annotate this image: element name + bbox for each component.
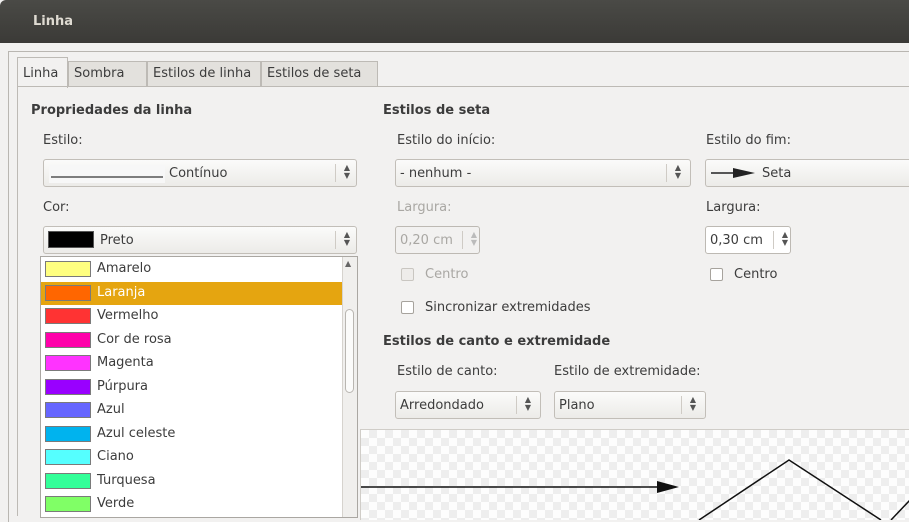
- color-dropdown-list[interactable]: Amarelo Laranja Vermelho Cor de rosa Magenta…: [40, 256, 358, 518]
- color-option[interactable]: Vermelho: [41, 305, 343, 328]
- arrow-styles-header: Estilos de seta: [383, 103, 491, 118]
- tab-linha[interactable]: Linha: [17, 57, 68, 88]
- preview-drawing: [361, 459, 909, 520]
- color-option[interactable]: Turquesa: [41, 470, 343, 493]
- color-option[interactable]: Magenta: [41, 352, 343, 375]
- color-swatch: [45, 331, 91, 348]
- color-option[interactable]: Azul celeste: [41, 423, 343, 446]
- corner-style-select[interactable]: Arredondado ▲ ▼: [395, 391, 541, 419]
- scrollbar-thumb[interactable]: [345, 309, 354, 393]
- line-color-select[interactable]: Preto ▲ ▼: [43, 226, 357, 254]
- start-style-label: Estilo do início:: [397, 133, 496, 148]
- end-width-value: 0,30 cm: [710, 233, 763, 248]
- tab-sombra[interactable]: Sombra: [68, 61, 147, 86]
- start-style-value: - nenhum -: [400, 166, 472, 181]
- dropdown-scrollbar[interactable]: ▲: [342, 257, 357, 517]
- combo-spinner-icon: ▲ ▼: [681, 396, 699, 414]
- title-bar: Linha: [0, 0, 909, 43]
- combo-spinner-icon: ▲ ▼: [666, 164, 684, 182]
- color-option-label: Amarelo: [97, 261, 152, 276]
- end-width-field[interactable]: 0,30 cm ▲ ▼: [705, 226, 791, 254]
- color-option-label: Cor de rosa: [97, 331, 172, 347]
- sync-ends-label: Sincronizar extremidades: [425, 300, 591, 315]
- color-option[interactable]: Amarelo: [41, 258, 343, 281]
- color-swatch: [48, 231, 94, 248]
- line-color-value: Preto: [100, 233, 134, 248]
- color-option-label: Vermelho: [97, 308, 159, 323]
- color-option[interactable]: Cor de rosa: [41, 329, 343, 352]
- color-label: Cor:: [43, 200, 70, 215]
- color-swatch: [45, 472, 91, 489]
- color-swatch: [45, 355, 91, 371]
- center-end-checkbox[interactable]: [710, 268, 723, 281]
- arrow-preview-icon: [711, 168, 755, 178]
- start-width-field[interactable]: 0,20 cm ▲ ▼: [395, 226, 480, 254]
- corner-style-value: Arredondado: [400, 398, 484, 413]
- center-start-checkbox[interactable]: [401, 268, 414, 281]
- color-option-label: Ciano: [97, 449, 134, 464]
- line-style-preview: [49, 165, 165, 183]
- color-option-label: Verde: [97, 496, 135, 511]
- color-swatch: [45, 425, 91, 442]
- line-style-value: Contínuo: [169, 166, 228, 181]
- window-title: Linha: [33, 14, 74, 29]
- color-swatch: [45, 496, 91, 512]
- color-option-label: Azul celeste: [97, 425, 176, 441]
- end-style-label: Estilo do fim:: [706, 133, 791, 148]
- line-style-select[interactable]: Contínuo ▲ ▼: [43, 159, 357, 187]
- start-style-select[interactable]: - nenhum - ▲ ▼: [395, 159, 691, 187]
- tab-panel-left-border: [17, 86, 18, 516]
- color-option[interactable]: Azul: [41, 399, 343, 422]
- corner-styles-header: Estilos de canto e extremidade: [383, 334, 611, 349]
- tab-panel-border: [17, 86, 909, 87]
- color-swatch: [45, 308, 91, 324]
- end-style-select[interactable]: Seta: [705, 159, 909, 187]
- cap-style-value: Plano: [559, 398, 595, 413]
- color-option-label: Púrpura: [97, 378, 148, 394]
- corner-style-label: Estilo de canto:: [397, 364, 498, 379]
- end-width-label: Largura:: [706, 200, 761, 215]
- end-style-value: Seta: [762, 166, 792, 181]
- cap-style-select[interactable]: Plano ▲ ▼: [554, 391, 706, 419]
- color-swatch: [45, 449, 91, 465]
- tab-estilos-de-seta[interactable]: Estilos de seta: [261, 61, 378, 86]
- center-end-label: Centro: [734, 267, 778, 282]
- cap-style-label: Estilo de extremidade:: [554, 364, 701, 379]
- combo-spinner-icon: ▲ ▼: [335, 164, 353, 182]
- spinner-icon: ▲ ▼: [773, 231, 791, 249]
- sync-ends-checkbox[interactable]: [401, 301, 414, 314]
- combo-spinner-icon: ▲ ▼: [335, 231, 353, 249]
- tab-estilos-de-linha[interactable]: Estilos de linha: [147, 61, 261, 86]
- spinner-icon: ▲ ▼: [462, 231, 480, 249]
- color-option[interactable]: Laranja: [41, 281, 343, 305]
- color-option-label: Magenta: [97, 355, 154, 370]
- start-width-value: 0,20 cm: [400, 233, 453, 248]
- color-option-label: Azul: [97, 402, 125, 417]
- color-swatch: [45, 402, 91, 418]
- line-properties-header: Propriedades da linha: [31, 103, 193, 118]
- line-preview: [360, 429, 909, 520]
- style-label: Estilo:: [43, 133, 83, 148]
- color-swatch: [45, 261, 91, 277]
- color-option[interactable]: Ciano: [41, 446, 343, 469]
- color-option[interactable]: Púrpura: [41, 376, 343, 399]
- color-swatch: [45, 284, 91, 301]
- combo-spinner-icon: ▲ ▼: [516, 396, 534, 414]
- scroll-up-icon[interactable]: ▲: [345, 259, 351, 268]
- center-start-label: Centro: [425, 267, 469, 282]
- start-width-label: Largura:: [397, 200, 452, 215]
- color-option-label: Laranja: [97, 284, 146, 300]
- color-option-label: Turquesa: [97, 472, 156, 488]
- color-swatch: [45, 378, 91, 395]
